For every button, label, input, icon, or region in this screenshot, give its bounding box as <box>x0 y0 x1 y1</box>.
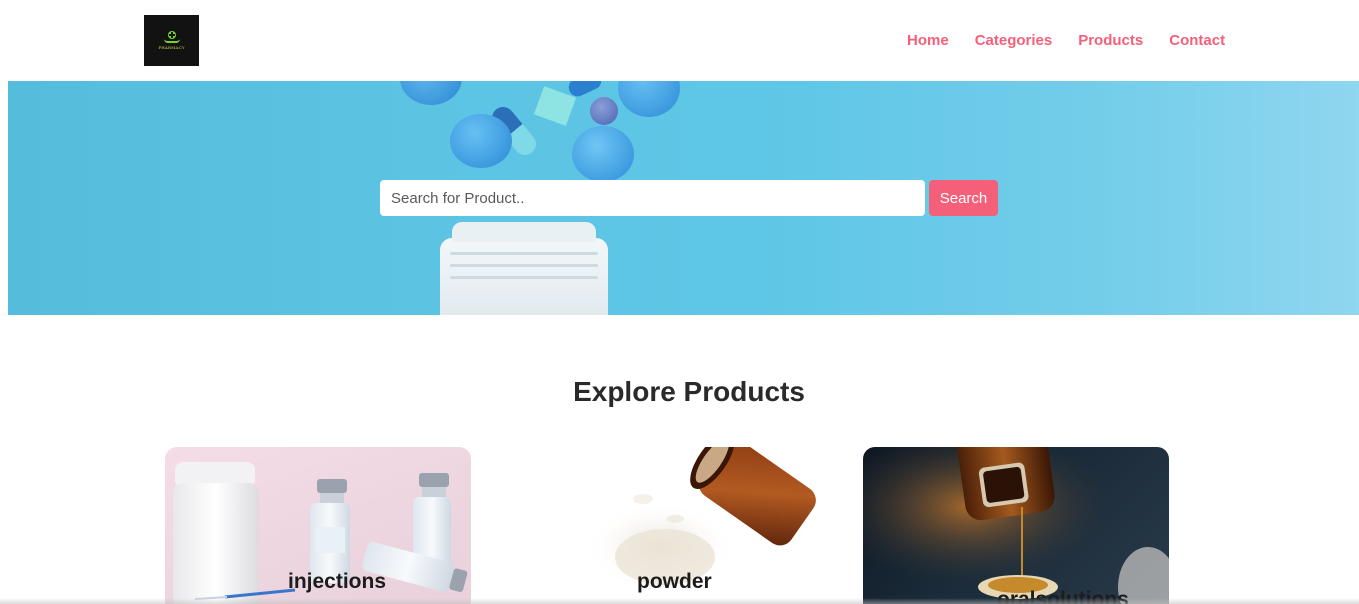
search-button[interactable]: Search <box>929 180 998 216</box>
search-input[interactable] <box>380 180 925 216</box>
nav-home[interactable]: Home <box>907 31 949 50</box>
site-header: PHARMACY Home Categories Products Contac… <box>0 0 1359 81</box>
pharmacy-logo[interactable]: PHARMACY <box>144 15 199 66</box>
nav-contact[interactable]: Contact <box>1169 31 1225 50</box>
nav-products[interactable]: Products <box>1078 31 1143 50</box>
logo-text: PHARMACY <box>158 45 185 50</box>
pharmacy-cross-icon <box>163 31 180 43</box>
product-card-injections[interactable]: injections <box>165 447 471 604</box>
nav-categories[interactable]: Categories <box>975 31 1053 50</box>
page: PHARMACY Home Categories Products Contac… <box>0 0 1359 604</box>
hero-banner: Search <box>8 81 1359 315</box>
product-card-powder[interactable]: powder <box>515 447 821 604</box>
oralsolutions-image <box>863 447 1169 604</box>
bottom-shadow <box>0 598 1359 604</box>
main-nav: Home Categories Products Contact <box>907 31 1251 50</box>
card-label: injections <box>288 570 387 593</box>
card-label: powder <box>637 570 712 593</box>
section-title: Explore Products <box>573 376 805 407</box>
product-card-oralsolutions[interactable]: oralsolutions <box>863 447 1169 604</box>
